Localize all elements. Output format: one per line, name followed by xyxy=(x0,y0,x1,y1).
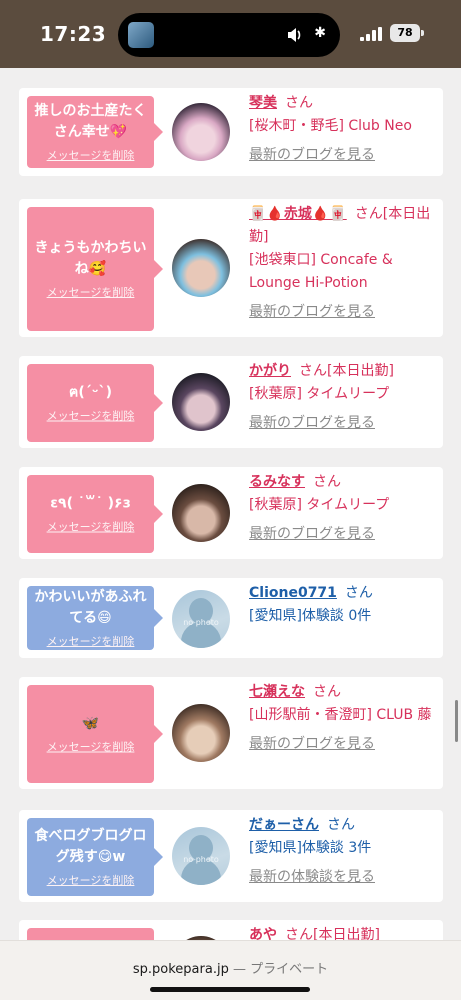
latest-blog-link[interactable]: 最新の体験談を見る xyxy=(249,866,435,889)
avatar[interactable] xyxy=(172,103,230,161)
home-indicator[interactable] xyxy=(150,987,310,992)
message-feed[interactable]: 推しのお土産たくさん幸せ💖 メッセージを削除 琴美 さん [桜木町・野毛] Club N… xyxy=(0,68,461,940)
dynamic-island[interactable]: ✱ xyxy=(118,13,340,57)
honorific-label: さん xyxy=(313,684,341,700)
message-card: かわいいがあふれてる😄 メッセージを削除 no photo Clione0771 さん [… xyxy=(19,578,443,658)
message-card: ฅ(ˊᵕˋ) メッセージを削除 かがり さん[本日出勤] [秋葉原] タイムリープ 最新の… xyxy=(19,356,443,448)
latest-blog-link[interactable]: 最新のブログを見る xyxy=(249,523,435,546)
message-bubble: 推しのお土産たくさん幸せ💖 メッセージを削除 xyxy=(27,96,163,168)
message-text: ε٩( ˙꒳˙ )۶з xyxy=(50,495,131,512)
cast-name-link[interactable]: るみなす xyxy=(249,474,305,490)
cast-info: だぁーさん さん [愛知県]体験談 3件最新の体験談を見る xyxy=(249,814,435,889)
speaker-icon xyxy=(288,28,301,42)
avatar[interactable]: no photo xyxy=(172,827,230,885)
battery-icon: 78 xyxy=(390,24,420,42)
delete-message-link[interactable]: メッセージを削除 xyxy=(27,149,154,163)
message-bubble: きょうもかわちいね🥰 メッセージを削除 xyxy=(27,207,163,331)
cast-name-link[interactable]: あや xyxy=(249,927,277,940)
honorific-label: さん xyxy=(344,585,373,601)
message-card: 推しのお土産たくさん幸せ💖 メッセージを削除 琴美 さん [桜木町・野毛] Club N… xyxy=(19,88,443,176)
honorific-label: さん xyxy=(327,817,355,833)
bluetooth-icon: ✱ xyxy=(314,25,326,41)
honorific-label: さん xyxy=(313,474,341,490)
message-bubble: かわいいがあふれてる😄 メッセージを削除 xyxy=(27,586,163,650)
no-photo-label: no photo xyxy=(183,618,219,627)
cast-info: Clione0771 さん [愛知県]体験談 0件 xyxy=(249,582,435,628)
shop-label: [愛知県]体験談 0件 xyxy=(249,608,372,624)
cast-info: 🀄🩸赤城🩸🀄 さん[本日出勤] [池袋東口] Concafe & Lounge Hi… xyxy=(249,203,435,324)
message-bubble: 食べログブログログ残す😋w メッセージを削除 xyxy=(27,818,163,896)
cast-info: 琴美 さん [桜木町・野毛] Club Neo 最新のブログを見る xyxy=(249,92,435,167)
shop-label: [愛知県]体験談 3件 xyxy=(249,840,372,856)
message-card: 🦋 メッセージを削除 七瀬えな さん [山形駅前・香澄町] CLUB 藤最新のブログを見… xyxy=(19,677,443,789)
avatar[interactable] xyxy=(172,704,230,762)
status-bar: 17:23 ✱ 78 xyxy=(0,0,461,68)
message-text: 🦋 xyxy=(81,715,100,732)
message-bubble: 🦋 メッセージを削除 xyxy=(27,685,163,783)
message-bubble: ε٩( ˙꒳˙ )۶з メッセージを削除 xyxy=(27,475,163,553)
cast-name-link[interactable]: 琴美 xyxy=(249,95,277,111)
latest-blog-link[interactable]: 最新のブログを見る xyxy=(249,301,435,324)
message-text: ฅ(ˊᵕˋ) xyxy=(69,384,112,401)
cast-info: かがり さん[本日出勤] [秋葉原] タイムリープ 最新のブログを見る xyxy=(249,360,435,435)
url-text[interactable]: sp.pokepara.jp — プライベート xyxy=(0,958,461,977)
message-card: きょうもかわちいね🥰 メッセージを削除 🀄🩸赤城🩸🀄 さん[本日出勤] [池袋東口] C… xyxy=(19,199,443,337)
latest-blog-link[interactable]: 最新のブログを見る xyxy=(249,144,435,167)
honorific-label: さん[本日出勤] xyxy=(285,927,380,940)
message-bubble: おさけのみた xyxy=(27,928,154,940)
cast-name-link[interactable]: かがり xyxy=(249,363,291,379)
latest-blog-link[interactable]: 最新のブログを見る xyxy=(249,412,435,435)
cast-info: あや さん[本日出勤] xyxy=(249,924,435,940)
honorific-label: さん[本日出勤] xyxy=(299,363,394,379)
delete-message-link[interactable]: メッセージを削除 xyxy=(27,635,154,649)
cast-info: 七瀬えな さん [山形駅前・香澄町] CLUB 藤最新のブログを見る xyxy=(249,681,435,756)
message-text: 食べログブログログ残す😋w xyxy=(34,828,147,865)
cast-info: るみなす さん [秋葉原] タイムリープ 最新のブログを見る xyxy=(249,471,435,546)
message-card: ε٩( ˙꒳˙ )۶з メッセージを削除 るみなす さん [秋葉原] タイムリープ 最新の… xyxy=(19,467,443,559)
message-bubble: ฅ(ˊᵕˋ) メッセージを削除 xyxy=(27,364,163,442)
cast-name-link[interactable]: だぁーさん xyxy=(249,817,319,833)
honorific-label: さん xyxy=(285,95,313,111)
shop-label[interactable]: [池袋東口] Concafe & Lounge Hi-Potion xyxy=(249,249,435,295)
private-label: プライベート xyxy=(250,962,329,977)
avatar[interactable] xyxy=(172,484,230,542)
cast-name-link[interactable]: Clione0771 xyxy=(249,585,337,601)
message-card: おさけのみた あやさん[本日出勤] xyxy=(19,920,443,940)
url-separator: — xyxy=(228,962,251,977)
shop-label[interactable]: [秋葉原] タイムリープ xyxy=(249,383,435,406)
delete-message-link[interactable]: メッセージを削除 xyxy=(27,521,154,535)
message-text: きょうもかわちいね🥰 xyxy=(34,240,147,277)
delete-message-link[interactable]: メッセージを削除 xyxy=(27,286,154,300)
status-time: 17:23 xyxy=(40,22,107,46)
latest-blog-link[interactable]: 最新のブログを見る xyxy=(249,733,435,756)
delete-message-link[interactable]: メッセージを削除 xyxy=(27,741,154,755)
cast-name-link[interactable]: 🀄🩸赤城🩸🀄 xyxy=(249,206,347,222)
message-text: かわいいがあふれてる😄 xyxy=(34,589,147,626)
message-text: 推しのお土産たくさん幸せ💖 xyxy=(34,103,147,140)
cast-name-link[interactable]: 七瀬えな xyxy=(249,684,305,700)
battery-cap xyxy=(421,30,424,36)
avatar[interactable] xyxy=(172,239,230,297)
no-photo-label: no photo xyxy=(183,855,219,864)
shop-label[interactable]: [秋葉原] タイムリープ xyxy=(249,494,435,517)
url-domain: sp.pokepara.jp xyxy=(132,962,229,977)
shop-label[interactable]: [山形駅前・香澄町] CLUB 藤 xyxy=(249,704,435,727)
shop-label[interactable]: [桜木町・野毛] Club Neo xyxy=(249,115,435,138)
scrollbar[interactable] xyxy=(455,700,458,742)
delete-message-link[interactable]: メッセージを削除 xyxy=(27,874,154,888)
avatar[interactable]: no photo xyxy=(172,590,230,648)
avatar[interactable] xyxy=(172,373,230,431)
cellular-signal-icon xyxy=(360,27,382,41)
now-playing-thumbnail xyxy=(128,22,154,48)
message-card: 食べログブログログ残す😋w メッセージを削除 no photo だぁーさん さん [愛知県… xyxy=(19,810,443,902)
delete-message-link[interactable]: メッセージを削除 xyxy=(27,410,154,424)
